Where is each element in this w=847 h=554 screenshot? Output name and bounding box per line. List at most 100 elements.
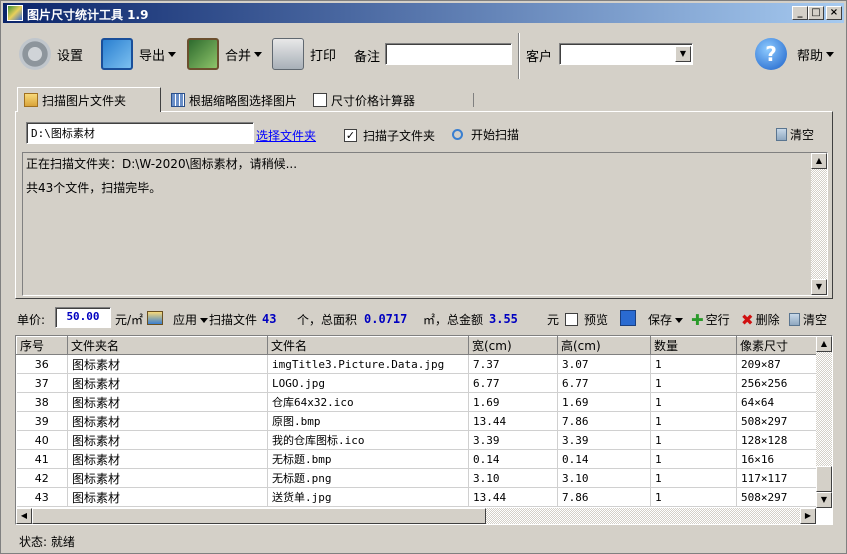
row-height[interactable]: 3.07: [557, 354, 651, 374]
row-pixel-size[interactable]: 209×87: [736, 354, 818, 374]
row-height[interactable]: 3.10: [557, 468, 651, 488]
row-height[interactable]: 1.69: [557, 392, 651, 412]
delete-button[interactable]: ✖ 删除: [741, 311, 780, 328]
clear-log-button[interactable]: 清空: [776, 126, 814, 143]
file-grid[interactable]: 序号 文件夹名 文件名 宽(cm) 高(cm) 数量 像素尺寸 36 图标素材 im…: [15, 335, 833, 525]
row-width[interactable]: 3.10: [468, 468, 558, 488]
row-filename[interactable]: 无标题.png: [267, 468, 469, 488]
row-filename[interactable]: 无标题.bmp: [267, 449, 469, 469]
row-quantity[interactable]: 1: [650, 373, 737, 393]
row-index[interactable]: 40: [16, 430, 68, 450]
row-width[interactable]: 7.37: [468, 354, 558, 374]
column-header-index[interactable]: 序号: [16, 336, 68, 355]
row-pixel-size[interactable]: 64×64: [736, 392, 818, 412]
note-input[interactable]: [385, 43, 512, 65]
grid-vertical-scrollbar[interactable]: ▲ ▼: [816, 336, 832, 508]
table-row[interactable]: 40 图标素材 我的仓库图标.ico 3.39 3.39 1 128×128: [16, 430, 818, 450]
minimize-button[interactable]: _: [792, 6, 808, 20]
choose-folder-link[interactable]: 选择文件夹: [256, 127, 316, 144]
scroll-up-icon[interactable]: ▲: [811, 153, 827, 169]
start-scan-button[interactable]: 开始扫描: [452, 126, 519, 143]
row-folder[interactable]: 图标素材: [67, 487, 268, 507]
row-folder[interactable]: 图标素材: [67, 411, 268, 431]
close-button[interactable]: ×: [826, 6, 842, 20]
unit-price-input[interactable]: 50.00: [55, 307, 111, 328]
scan-log[interactable]: 正在扫描文件夹：D:\W-2020\图标素材，请稍候... 共43个文件，扫描完…: [22, 152, 828, 296]
maximize-button[interactable]: □: [808, 6, 824, 20]
save-button[interactable]: 保存: [648, 311, 684, 328]
tab-price-calculator[interactable]: 尺寸价格计算器: [307, 89, 421, 111]
include-subfolders-checkbox[interactable]: ✓ 扫描子文件夹: [344, 127, 435, 144]
row-width[interactable]: 3.39: [468, 430, 558, 450]
column-header-filename[interactable]: 文件名: [267, 336, 469, 355]
row-quantity[interactable]: 1: [650, 392, 737, 412]
table-row[interactable]: 43 图标素材 送货单.jpg 13.44 7.86 1 508×297: [16, 487, 818, 507]
row-index[interactable]: 39: [16, 411, 68, 431]
table-row[interactable]: 41 图标素材 无标题.bmp 0.14 0.14 1 16×16: [16, 449, 818, 469]
scroll-down-icon[interactable]: ▼: [816, 492, 832, 508]
row-index[interactable]: 43: [16, 487, 68, 507]
settings-button[interactable]: 设置: [19, 38, 83, 70]
row-folder[interactable]: 图标素材: [67, 468, 268, 488]
table-row[interactable]: 42 图标素材 无标题.png 3.10 3.10 1 117×117: [16, 468, 818, 488]
scroll-down-icon[interactable]: ▼: [811, 279, 827, 295]
row-index[interactable]: 37: [16, 373, 68, 393]
row-pixel-size[interactable]: 16×16: [736, 449, 818, 469]
row-index[interactable]: 42: [16, 468, 68, 488]
row-quantity[interactable]: 1: [650, 449, 737, 469]
row-index[interactable]: 36: [16, 354, 68, 374]
scroll-thumb[interactable]: [816, 466, 832, 492]
row-height[interactable]: 7.86: [557, 411, 651, 431]
title-bar[interactable]: 图片尺寸统计工具 1.9 _ □ ×: [3, 3, 844, 23]
row-width[interactable]: 1.69: [468, 392, 558, 412]
checkbox-box[interactable]: ✓: [344, 129, 357, 142]
tab-scan-folder[interactable]: 扫描图片文件夹: [17, 87, 161, 112]
row-folder[interactable]: 图标素材: [67, 449, 268, 469]
row-pixel-size[interactable]: 128×128: [736, 430, 818, 450]
log-scrollbar[interactable]: ▲ ▼: [811, 153, 827, 295]
clear-grid-button[interactable]: 清空: [789, 311, 827, 328]
row-width[interactable]: 6.77: [468, 373, 558, 393]
row-height[interactable]: 6.77: [557, 373, 651, 393]
scroll-left-icon[interactable]: ◀: [16, 508, 32, 524]
print-button[interactable]: 打印: [272, 38, 336, 70]
row-pixel-size[interactable]: 508×297: [736, 487, 818, 507]
scroll-right-icon[interactable]: ▶: [800, 508, 816, 524]
row-index[interactable]: 41: [16, 449, 68, 469]
apply-button[interactable]: 应用: [173, 311, 209, 328]
row-filename[interactable]: 仓库64x32.ico: [267, 392, 469, 412]
row-folder[interactable]: 图标素材: [67, 392, 268, 412]
row-quantity[interactable]: 1: [650, 468, 737, 488]
column-header-height[interactable]: 高(cm): [557, 336, 651, 355]
column-header-folder[interactable]: 文件夹名: [67, 336, 268, 355]
row-quantity[interactable]: 1: [650, 430, 737, 450]
column-header-pixel-size[interactable]: 像素尺寸: [736, 336, 818, 355]
row-filename[interactable]: 送货单.jpg: [267, 487, 469, 507]
checkbox-box[interactable]: [565, 313, 578, 326]
row-filename[interactable]: LOGO.jpg: [267, 373, 469, 393]
grid-horizontal-scrollbar[interactable]: ◀ ▶: [16, 508, 816, 524]
tab-thumbnail-select[interactable]: 根据缩略图选择图片: [165, 89, 303, 111]
dropdown-arrow-icon[interactable]: ▼: [675, 46, 691, 62]
row-height[interactable]: 3.39: [557, 430, 651, 450]
preview-checkbox[interactable]: 预览: [565, 311, 608, 328]
row-filename[interactable]: 我的仓库图标.ico: [267, 430, 469, 450]
row-pixel-size[interactable]: 508×297: [736, 411, 818, 431]
column-header-width[interactable]: 宽(cm): [468, 336, 558, 355]
table-row[interactable]: 37 图标素材 LOGO.jpg 6.77 6.77 1 256×256: [16, 373, 818, 393]
row-filename[interactable]: imgTitle3.Picture.Data.jpg: [267, 354, 469, 374]
scroll-thumb[interactable]: [32, 508, 486, 524]
row-width[interactable]: 13.44: [468, 487, 558, 507]
row-quantity[interactable]: 1: [650, 487, 737, 507]
merge-button[interactable]: 合并: [187, 38, 263, 70]
row-index[interactable]: 38: [16, 392, 68, 412]
row-width[interactable]: 13.44: [468, 411, 558, 431]
table-row[interactable]: 38 图标素材 仓库64x32.ico 1.69 1.69 1 64×64: [16, 392, 818, 412]
add-empty-row-button[interactable]: ✚ 空行: [691, 311, 730, 328]
row-width[interactable]: 0.14: [468, 449, 558, 469]
column-header-quantity[interactable]: 数量: [650, 336, 737, 355]
table-row[interactable]: 36 图标素材 imgTitle3.Picture.Data.jpg 7.37 3.07…: [16, 354, 818, 374]
row-folder[interactable]: 图标素材: [67, 430, 268, 450]
row-pixel-size[interactable]: 256×256: [736, 373, 818, 393]
row-pixel-size[interactable]: 117×117: [736, 468, 818, 488]
